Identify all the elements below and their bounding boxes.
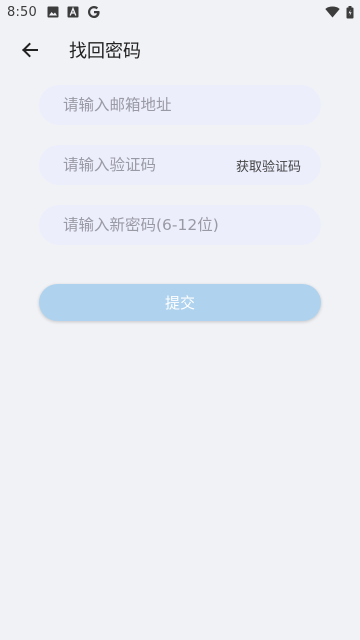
email-field-container xyxy=(39,85,321,125)
code-field-container: 获取验证码 xyxy=(39,145,321,185)
image-icon xyxy=(47,6,59,18)
wifi-icon xyxy=(325,6,340,18)
email-input[interactable] xyxy=(63,96,301,114)
new-password-input[interactable] xyxy=(63,216,301,234)
arrow-left-icon[interactable] xyxy=(21,41,39,59)
battery-icon xyxy=(346,5,354,19)
status-right xyxy=(325,5,354,19)
submit-button[interactable]: 提交 xyxy=(39,284,321,321)
notification-icons xyxy=(47,5,101,19)
google-g-icon xyxy=(87,5,101,19)
status-left: 8:50 xyxy=(7,5,101,20)
get-code-button[interactable]: 获取验证码 xyxy=(236,156,301,175)
status-bar: 8:50 xyxy=(0,0,360,24)
app-bar: 找回密码 xyxy=(0,24,360,76)
back-button[interactable] xyxy=(16,36,44,64)
reset-password-form: 获取验证码 xyxy=(0,85,360,245)
verification-code-input[interactable] xyxy=(63,156,236,174)
text-a-icon xyxy=(67,6,79,18)
page-title: 找回密码 xyxy=(69,41,141,62)
password-field-container xyxy=(39,205,321,245)
status-time: 8:50 xyxy=(7,4,37,20)
